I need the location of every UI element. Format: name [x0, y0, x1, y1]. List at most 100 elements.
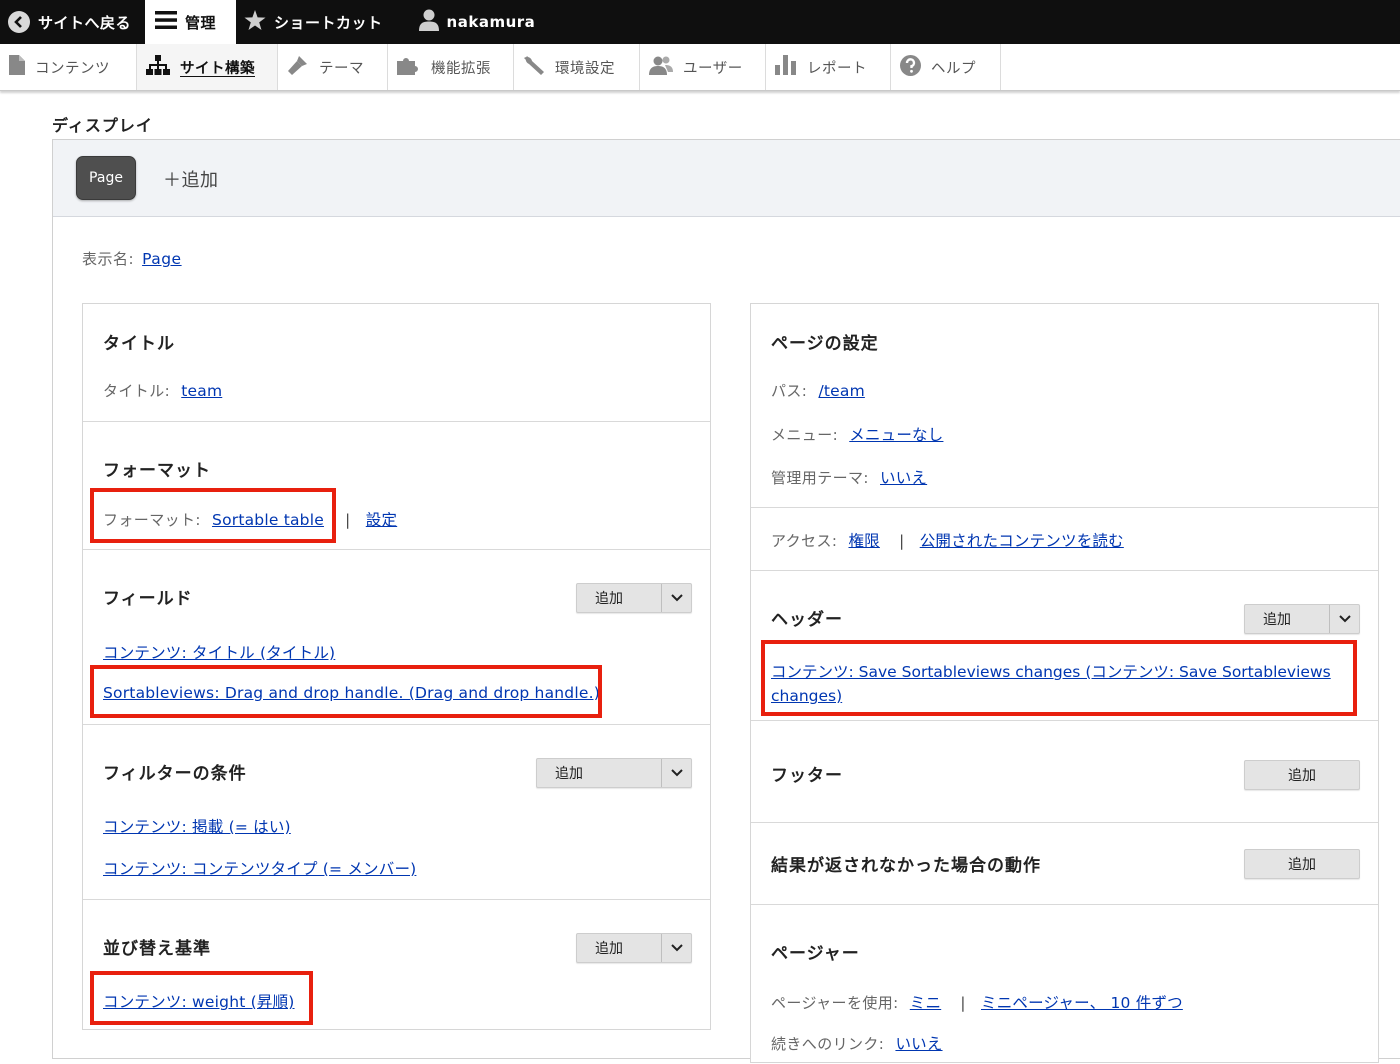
- tray-item-reports[interactable]: レポート: [766, 44, 891, 90]
- chevron-down-icon[interactable]: [661, 584, 691, 612]
- shortcuts-tab[interactable]: ショートカット: [236, 0, 397, 44]
- filter-link-content-type[interactable]: コンテンツ: コンテンツタイプ (= メンバー): [103, 860, 416, 878]
- format-separator: |: [345, 511, 351, 529]
- no-results-section: 結果が返されなかった場合の動作 追加: [751, 823, 1378, 905]
- list-item: コンテンツ: タイトル (タイトル): [103, 641, 335, 663]
- header-item-line2: changes): [771, 687, 843, 705]
- tray-item-config[interactable]: 環境設定: [514, 44, 640, 90]
- brush-icon: [287, 55, 309, 79]
- tray-item-help[interactable]: ヘルプ: [891, 44, 1001, 90]
- tray-item-people[interactable]: ユーザー: [640, 44, 766, 90]
- chevron-down-icon[interactable]: [1329, 605, 1359, 633]
- manage-tab[interactable]: 管理: [145, 0, 237, 44]
- title-section: タイトル タイトル: team: [83, 304, 710, 422]
- footer-heading: フッター: [771, 766, 843, 786]
- sort-heading: 並び替え基準: [103, 939, 211, 959]
- list-item: Sortableviews: Drag and drop handle. (Dr…: [103, 684, 600, 702]
- back-to-site-link[interactable]: サイトへ戻る: [0, 0, 145, 44]
- format-label: フォーマット:: [103, 511, 201, 529]
- sort-add-label[interactable]: 追加: [577, 934, 661, 962]
- tray-item-content-label: コンテンツ: [35, 60, 110, 77]
- access-separator: |: [899, 532, 905, 550]
- people-icon: [649, 55, 673, 79]
- title-row: タイトル: team: [103, 380, 222, 401]
- sort-section: 並び替え基準 追加 コンテンツ: weight (昇順): [83, 900, 710, 1031]
- tray-item-appearance[interactable]: テーマ: [278, 44, 388, 90]
- display-name-link[interactable]: Page: [142, 250, 182, 268]
- pager-separator: |: [960, 994, 966, 1012]
- sitemap-icon: [146, 55, 170, 79]
- chevron-down-icon[interactable]: [661, 759, 691, 787]
- path-link[interactable]: /team: [818, 382, 864, 400]
- footer-add-button[interactable]: 追加: [1244, 760, 1360, 790]
- fields-section: フィールド 追加 コンテンツ: タイトル (タイトル) Sortableview…: [83, 550, 710, 725]
- menu-link[interactable]: メニューなし: [849, 426, 943, 444]
- format-settings-link[interactable]: 設定: [366, 511, 397, 529]
- admin-theme-label: 管理用テーマ:: [771, 469, 869, 487]
- menu-row: メニュー: メニューなし: [771, 423, 943, 445]
- back-to-site-label: サイトへ戻る: [38, 13, 132, 32]
- pager-more-link[interactable]: いいえ: [895, 1035, 942, 1053]
- display-tab-page[interactable]: Page: [76, 156, 136, 200]
- filter-section: フィルターの条件 追加 コンテンツ: 掲載 (= はい) コンテンツ: コンテン…: [83, 725, 710, 900]
- shortcuts-label: ショートカット: [274, 13, 383, 32]
- menu-label: メニュー:: [771, 426, 839, 444]
- access-row: アクセス: 権限 | 公開されたコンテンツを読む: [771, 529, 1124, 551]
- page-settings-section: ページの設定 パス: /team メニュー: メニューなし 管理用テーマ: いい…: [751, 304, 1378, 508]
- pager-mini-link[interactable]: ミニ: [910, 994, 941, 1012]
- header-heading: ヘッダー: [771, 610, 843, 630]
- format-value-link[interactable]: Sortable table: [212, 511, 324, 529]
- no-results-heading: 結果が返されなかった場合の動作: [771, 856, 1041, 876]
- field-link-title[interactable]: コンテンツ: タイトル (タイトル): [103, 644, 335, 662]
- page-title: ディスプレイ: [52, 116, 153, 135]
- access-permission-link[interactable]: 権限: [848, 532, 879, 550]
- back-arrow-icon: [8, 11, 30, 33]
- filter-add-label[interactable]: 追加: [537, 759, 661, 787]
- sort-link-weight[interactable]: コンテンツ: weight (昇順): [103, 993, 295, 1011]
- format-row: フォーマット: Sortable table | 設定: [103, 508, 397, 530]
- path-label: パス:: [771, 382, 808, 400]
- user-name: nakamura: [446, 13, 536, 31]
- tray-item-content[interactable]: コンテンツ: [0, 44, 137, 90]
- title-value-link[interactable]: team: [181, 382, 222, 400]
- header-add-dropbutton[interactable]: 追加: [1244, 604, 1360, 634]
- format-heading: フォーマット: [103, 461, 211, 481]
- list-item: コンテンツ: 掲載 (= はい): [103, 815, 291, 837]
- header-item-link[interactable]: コンテンツ: Save Sortableviews changes (コンテンツ…: [771, 663, 1331, 705]
- header-section: ヘッダー 追加 コンテンツ: Save Sortableviews change…: [751, 571, 1378, 721]
- tray-item-people-label: ユーザー: [683, 60, 743, 77]
- display-tabs: Page ＋追加: [53, 140, 1400, 217]
- admin-menu-tray: コンテンツ サイト構築 テーマ 機能拡張 環境設定 ユーザー レポート ヘルプ: [0, 44, 1400, 91]
- access-perm-value-link[interactable]: 公開されたコンテンツを読む: [920, 532, 1124, 550]
- tray-item-help-label: ヘルプ: [931, 60, 976, 77]
- tray-item-extend-label: 機能拡張: [431, 60, 491, 77]
- admin-theme-link[interactable]: いいえ: [880, 469, 927, 487]
- fields-add-dropbutton[interactable]: 追加: [576, 583, 692, 613]
- no-results-add-button[interactable]: 追加: [1244, 849, 1360, 879]
- fields-heading: フィールド: [103, 589, 193, 609]
- header-item-line1: コンテンツ: Save Sortableviews changes (コンテンツ…: [771, 663, 1331, 681]
- filter-link-published[interactable]: コンテンツ: 掲載 (= はい): [103, 818, 291, 836]
- filter-add-dropbutton[interactable]: 追加: [536, 758, 692, 788]
- pager-use-row: ページャーを使用: ミニ | ミニページャー、 10 件ずつ: [771, 991, 1183, 1013]
- filter-heading: フィルターの条件: [103, 764, 247, 784]
- header-add-label[interactable]: 追加: [1245, 605, 1329, 633]
- list-item: コンテンツ: weight (昇順): [103, 990, 295, 1012]
- tray-item-structure[interactable]: サイト構築: [137, 44, 278, 90]
- tray-item-extend[interactable]: 機能拡張: [388, 44, 514, 90]
- sort-add-dropbutton[interactable]: 追加: [576, 933, 692, 963]
- add-display-button[interactable]: ＋追加: [163, 166, 219, 192]
- pager-options-link[interactable]: ミニページャー、 10 件ずつ: [981, 994, 1183, 1012]
- menu-icon: [155, 10, 178, 34]
- field-link-drag-handle[interactable]: Sortableviews: Drag and drop handle. (Dr…: [103, 684, 600, 702]
- user-tab[interactable]: nakamura: [411, 0, 550, 44]
- path-row: パス: /team: [771, 380, 865, 401]
- chevron-down-icon[interactable]: [661, 934, 691, 962]
- pager-use-label: ページャーを使用:: [771, 994, 899, 1012]
- title-heading: タイトル: [103, 334, 175, 354]
- tray-item-reports-label: レポート: [807, 60, 867, 77]
- right-column: ページの設定 パス: /team メニュー: メニューなし 管理用テーマ: いい…: [750, 303, 1379, 1063]
- fields-add-label[interactable]: 追加: [577, 584, 661, 612]
- user-icon: [418, 9, 439, 35]
- wrench-icon: [523, 55, 545, 79]
